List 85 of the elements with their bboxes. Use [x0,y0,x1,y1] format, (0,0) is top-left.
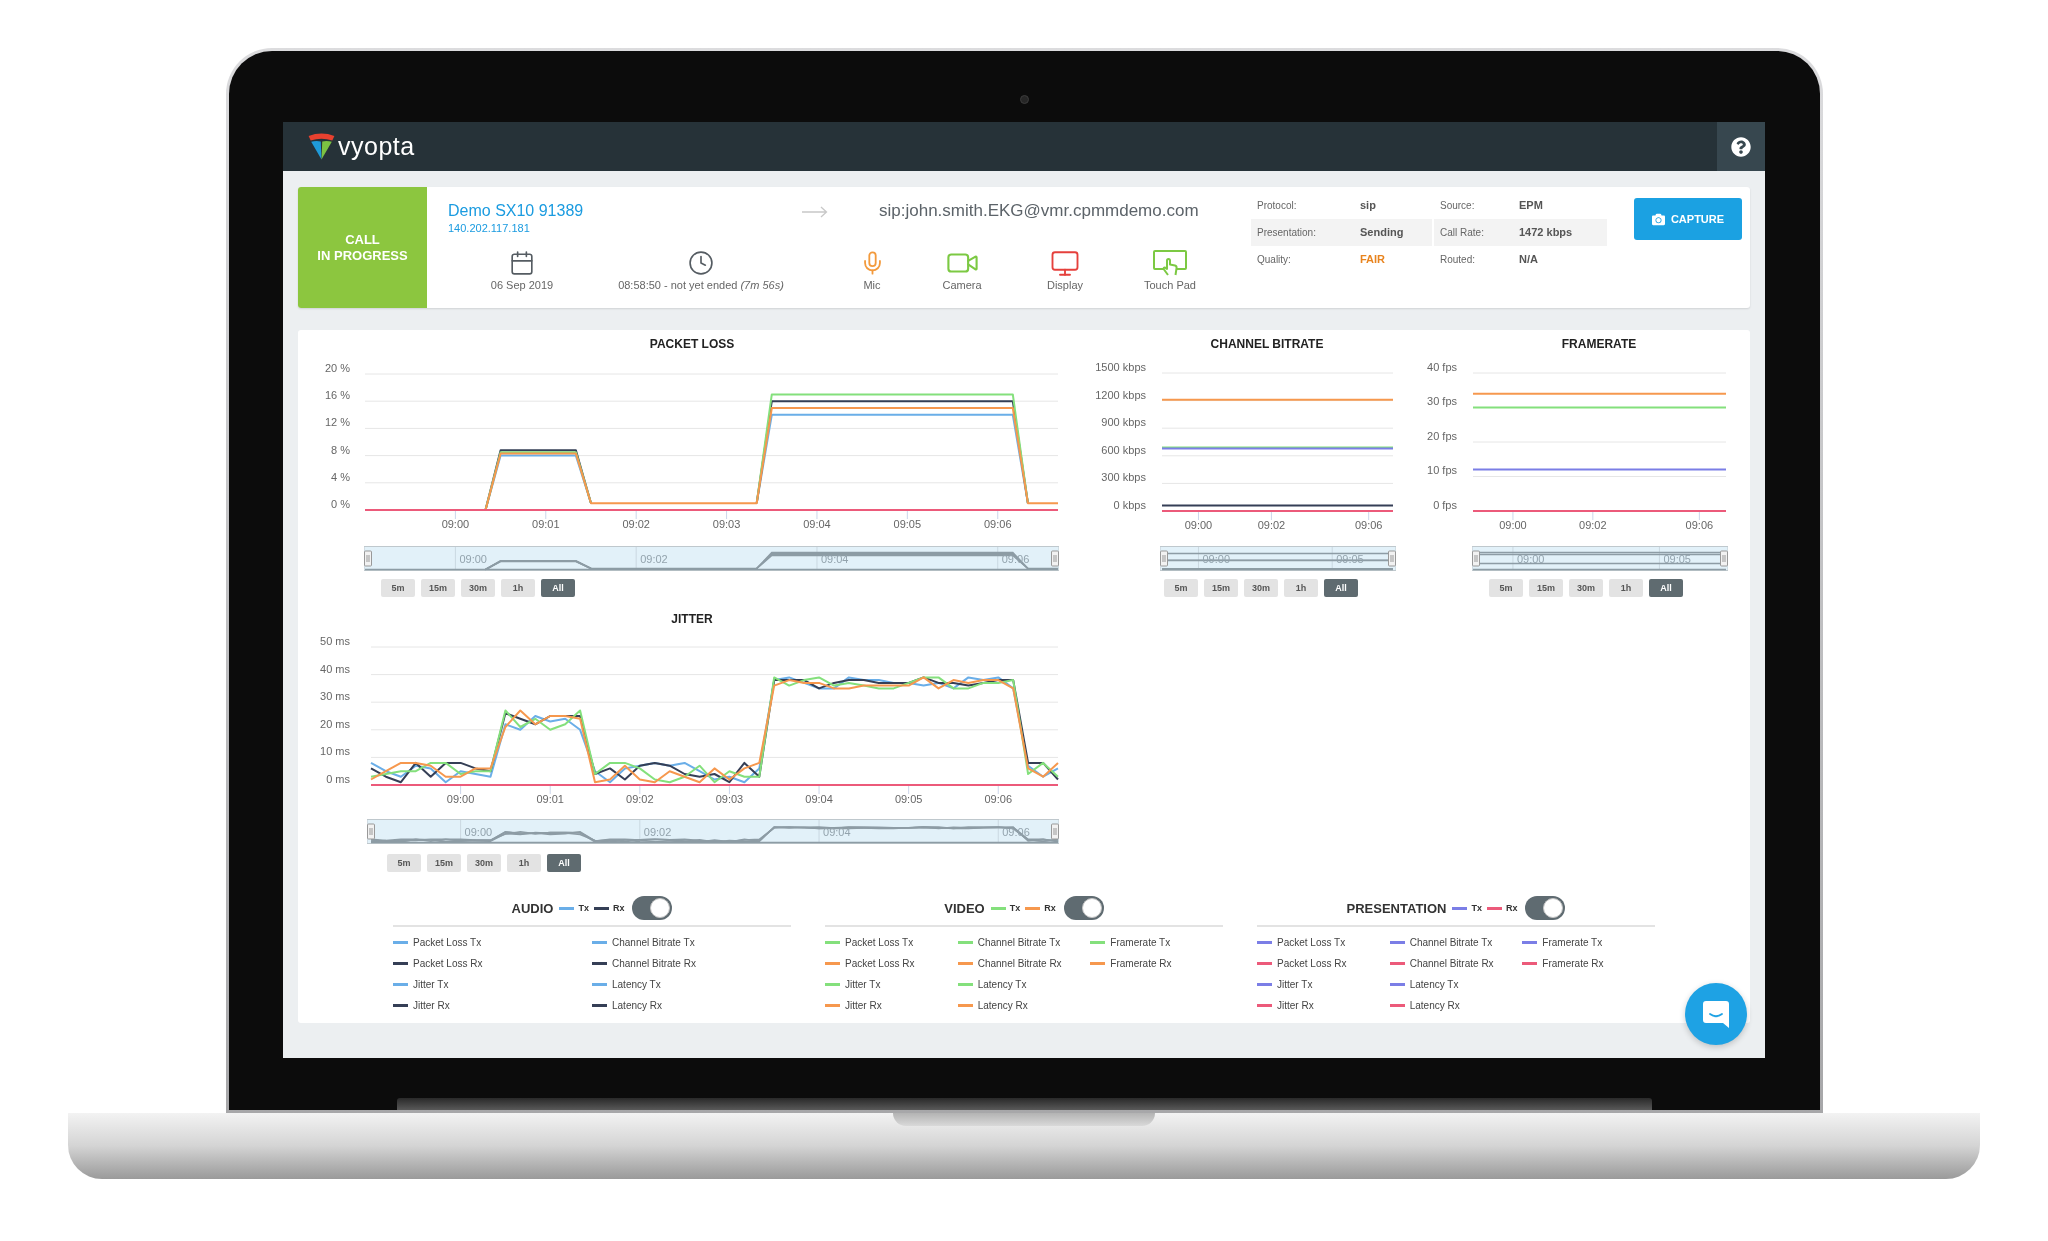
detail-value: sip [1360,198,1376,214]
x-axis-label: 09:03 [715,792,744,805]
x-axis-label: 09:00 [1499,518,1527,531]
y-axis-label: 40 fps [1427,360,1457,373]
y-axis-label: 0 % [331,497,350,510]
detail-label: Presentation: [1257,226,1317,240]
navigator-time-label: 09:04 [820,553,849,566]
detail-label: Source: [1440,199,1476,213]
device-label: Touch Pad [1144,278,1196,292]
y-axis-label: 30 ms [320,690,350,703]
y-axis-label: 1200 kbps [1095,388,1146,401]
legend-group-title: PRESENTATION [1346,901,1447,915]
navigator-time-label: 09:00 [459,553,487,566]
navigator-time-label: 09:02 [643,826,672,839]
navigator-time-label: 09:04 [823,826,851,839]
x-axis-label: 09:00 [1184,518,1213,531]
detail-value: 1472 kbps [1519,225,1573,241]
x-axis-label: 09:06 [984,792,1013,805]
navigator-time-label: 09:00 [1516,553,1545,566]
y-axis-label: 30 fps [1427,395,1457,408]
x-axis-label: 09:04 [805,792,833,805]
chart-title: FRAMERATE [1561,337,1637,352]
chart-title: JITTER [671,612,713,627]
x-axis-label: 09:06 [983,517,1012,530]
detail-value: FAIR [1360,252,1386,268]
call-status-banner: CALL IN PROGRESS [298,187,427,308]
x-axis-label: 09:01 [532,517,560,530]
y-axis-label: 10 ms [320,745,350,758]
y-axis-label: 0 kbps [1113,498,1146,511]
legend-key-label: Rx [1044,903,1056,913]
y-axis-label: 0 ms [326,772,350,785]
y-axis-label: 10 fps [1427,464,1457,477]
detail-label: Quality: [1257,253,1292,267]
chart-title: PACKET LOSS [649,337,735,352]
call-date: 06 Sep 2019 [490,278,554,292]
detail-value: Sending [1360,225,1404,241]
device-label: Camera [942,278,982,292]
x-axis-label: 09:02 [1579,518,1607,531]
x-axis-label: 09:06 [1354,518,1383,531]
x-axis-label: 09:02 [1257,518,1286,531]
x-axis-label: 09:02 [622,517,650,530]
y-axis-label: 600 kbps [1101,443,1146,456]
y-axis-label: 12 % [324,416,350,429]
navigator-time-label: 09:02 [640,553,668,566]
y-axis-label: 40 ms [320,662,350,675]
legend-key-label: Tx [1471,903,1482,913]
x-axis-label: 09:03 [712,517,741,530]
detail-value: N/A [1519,252,1538,268]
destination-address: sip:john.smith.EKG@vmr.cpmmdemo.com [879,201,1199,221]
detail-label: Routed: [1440,253,1477,267]
navigator-time-label: 09:05 [1663,553,1691,566]
detail-label: Protocol: [1257,199,1298,213]
device-label: Display [1046,278,1084,292]
y-axis-label: 900 kbps [1101,416,1146,429]
legend-group-title: AUDIO [511,901,554,915]
legend-key-label: Rx [1505,903,1518,913]
x-axis-label: 09:01 [536,792,564,805]
y-axis-label: 50 ms [320,634,350,647]
y-axis-label: 16 % [324,389,350,402]
legend-key-label: Tx [578,903,589,913]
x-axis-label: 09:05 [894,792,923,805]
y-axis-label: 20 ms [320,717,350,730]
y-axis-label: 8 % [331,443,350,456]
brand-name: vyopta [338,134,415,159]
navigator-time-label: 09:00 [464,826,493,839]
call-time: 08:58:50 - not yet ended (7m 56s) [618,278,784,292]
chart-title: CHANNEL BITRATE [1210,337,1324,352]
y-axis-label: 0 fps [1433,498,1457,511]
y-axis-label: 20 % [324,361,350,374]
y-axis-label: 20 fps [1427,429,1457,442]
detail-value: EPM [1519,198,1543,214]
x-axis-label: 09:04 [803,517,831,530]
x-axis-label: 09:06 [1685,518,1714,531]
legend-key-label: Rx [612,903,625,913]
x-axis-label: 09:00 [446,792,475,805]
device-label: Mic [863,278,881,292]
detail-label: Call Rate: [1440,226,1485,240]
legend-key-label: Tx [1009,903,1021,913]
y-axis-label: 1500 kbps [1095,360,1146,373]
x-axis-label: 09:02 [626,792,654,805]
x-axis-label: 09:00 [441,517,470,530]
y-axis-label: 300 kbps [1101,471,1146,484]
legend-group-title: VIDEO [944,901,985,915]
x-axis-label: 09:05 [893,517,922,530]
y-axis-label: 4 % [331,470,350,483]
